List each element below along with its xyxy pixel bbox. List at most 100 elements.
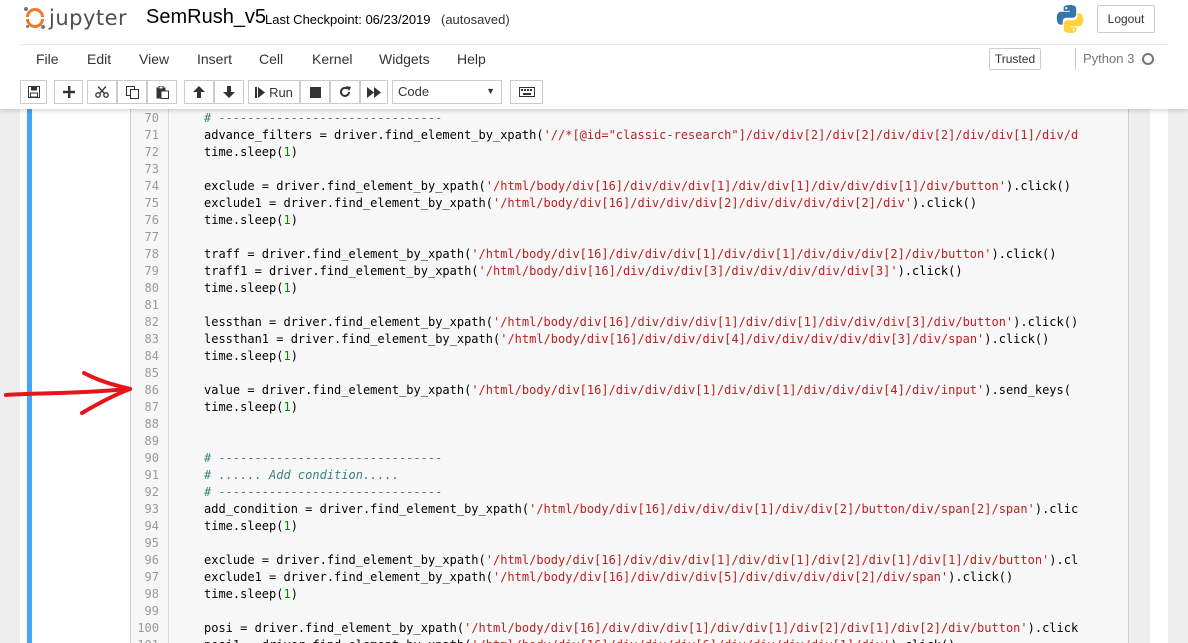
code-token: ).click() <box>1005 179 1071 193</box>
cell-type-select[interactable]: Code ▼ <box>392 80 502 104</box>
menu-insert[interactable]: Insert <box>197 51 232 67</box>
code-token: '/html/body/div[16]/div/div/div[1]/div/d… <box>471 247 992 261</box>
code-token: advance_filters = driver.find_element_by… <box>204 128 544 142</box>
restart-button[interactable] <box>330 80 360 104</box>
line-number: 96 <box>144 553 159 567</box>
code-line: exclude = driver.find_element_by_xpath('… <box>204 552 1078 569</box>
cut-button[interactable] <box>87 80 117 104</box>
line-number: 97 <box>144 570 159 584</box>
code-token: # ...... Add condition..... <box>204 468 400 482</box>
code-token: exclude = driver.find_element_by_xpath( <box>204 553 486 567</box>
line-number: 95 <box>144 536 159 550</box>
code-token: ).click() <box>890 638 955 643</box>
paste-icon <box>156 85 169 99</box>
plus-icon <box>62 86 75 98</box>
line-number: 80 <box>144 281 159 295</box>
logo-text: jupyter <box>49 6 128 30</box>
line-number: 73 <box>144 162 159 176</box>
menu-file[interactable]: File <box>36 51 59 67</box>
code-token: 1 <box>283 349 291 363</box>
code-line: # ------------------------------- <box>204 110 442 127</box>
step-forward-icon <box>255 86 266 98</box>
code-token: '/html/body/div[16]/div/div/div[1]/div/d… <box>529 502 1035 516</box>
code-token: 1 <box>283 213 291 227</box>
code-token: ).click <box>1027 621 1079 635</box>
menu-view[interactable]: View <box>139 51 169 67</box>
code-token: # ------------------------------- <box>204 111 443 125</box>
code-token: '/html/body/div[16]/div/div/div[4]/div/d… <box>500 332 985 346</box>
code-token: time.sleep( <box>204 349 284 363</box>
line-number: 100 <box>137 621 159 635</box>
notebook-header: jupyter SemRush_v5 Last Checkpoint: 06/2… <box>0 0 1188 109</box>
save-button[interactable] <box>20 80 47 104</box>
restart-run-all-button[interactable] <box>360 80 388 104</box>
code-line: time.sleep(1) <box>204 586 298 603</box>
code-token: '/html/body/div[16]/div/div/div[5]/div/d… <box>492 570 949 584</box>
jupyter-logo[interactable]: jupyter <box>24 4 127 32</box>
menu-widgets[interactable]: Widgets <box>379 51 430 67</box>
move-up-button[interactable] <box>184 80 214 104</box>
code-editor[interactable]: 70 71 72 73 74 75 76 77 78 79 80 81 82 83 84 85 86 87 88 89… <box>130 109 1129 643</box>
code-line: exclude1 = driver.find_element_by_xpath(… <box>204 569 1013 586</box>
code-line: time.sleep(1) <box>204 280 298 297</box>
code-token: 1 <box>283 587 291 601</box>
paste-button[interactable] <box>147 80 177 104</box>
code-token: posi1 = driver.find_element_by_xpath( <box>204 638 471 643</box>
code-token: exclude = driver.find_element_by_xpath( <box>204 179 486 193</box>
code-line: advance_filters = driver.find_element_by… <box>204 127 1078 144</box>
run-button-label: Run <box>269 84 293 100</box>
line-number: 77 <box>144 230 159 244</box>
move-down-button[interactable] <box>214 80 244 104</box>
code-token: time.sleep( <box>204 213 284 227</box>
code-line: posi = driver.find_element_by_xpath('/ht… <box>204 620 1078 637</box>
line-number: 98 <box>144 587 159 601</box>
notebook-name[interactable]: SemRush_v5 <box>146 6 266 29</box>
interrupt-button[interactable] <box>300 80 330 104</box>
code-token: traff1 = driver.find_element_by_xpath( <box>204 264 479 278</box>
code-token: '//*[@id="classic-research"]/div/div[2]/… <box>543 128 1079 142</box>
menu-edit[interactable]: Edit <box>87 51 111 67</box>
insert-cell-button[interactable] <box>54 80 83 104</box>
code-line: # ...... Add condition..... <box>204 467 399 484</box>
copy-icon <box>125 85 139 99</box>
line-number: 74 <box>144 179 159 193</box>
code-token: 1 <box>283 519 291 533</box>
run-button[interactable]: Run <box>248 80 300 104</box>
code-token: time.sleep( <box>204 587 284 601</box>
menu-help[interactable]: Help <box>457 51 486 67</box>
line-number: 72 <box>144 145 159 159</box>
line-number: 86 <box>144 383 159 397</box>
code-token: ).click() <box>991 247 1057 261</box>
code-token: time.sleep( <box>204 145 284 159</box>
code-token: exclude1 = driver.find_element_by_xpath( <box>204 570 493 584</box>
code-token: '/html/body/div[16]/div/div/div[1]/div/d… <box>471 383 985 397</box>
code-token: ) <box>290 145 298 159</box>
menu-cell[interactable]: Cell <box>259 51 283 67</box>
line-number: 82 <box>144 315 159 329</box>
command-palette-button[interactable] <box>510 80 543 104</box>
code-line: posi1 = driver.find_element_by_xpath('/h… <box>204 637 955 643</box>
line-number: 89 <box>144 434 159 448</box>
code-line: value = driver.find_element_by_xpath('/h… <box>204 382 1071 399</box>
code-token: '/html/body/div[16]/div/div/div[1]/div/d… <box>464 621 1028 635</box>
code-token: '/html/body/div[16]/div/div/div[1]/div/d… <box>492 315 1014 329</box>
trusted-indicator[interactable]: Trusted <box>989 48 1041 70</box>
line-number: 85 <box>144 366 159 380</box>
code-token: # ------------------------------- <box>204 451 443 465</box>
code-token: # ------------------------------- <box>204 485 443 499</box>
code-token: ) <box>290 349 298 363</box>
menu-kernel[interactable]: Kernel <box>312 51 352 67</box>
code-token: ).click() <box>897 264 963 278</box>
line-number: 90 <box>144 451 159 465</box>
code-token: lessthan1 = driver.find_element_by_xpath… <box>204 332 501 346</box>
kernel-name[interactable]: Python 3 <box>1083 51 1134 66</box>
cell-type-value: Code <box>398 84 430 99</box>
line-number: 71 <box>144 128 159 142</box>
code-token: 1 <box>283 145 291 159</box>
copy-button[interactable] <box>117 80 147 104</box>
logout-button[interactable]: Logout <box>1097 5 1155 33</box>
code-token: ).cl <box>1049 553 1079 567</box>
code-token: posi = driver.find_element_by_xpath( <box>204 621 465 635</box>
python-logo-icon <box>1056 5 1084 33</box>
code-token: ) <box>290 281 298 295</box>
